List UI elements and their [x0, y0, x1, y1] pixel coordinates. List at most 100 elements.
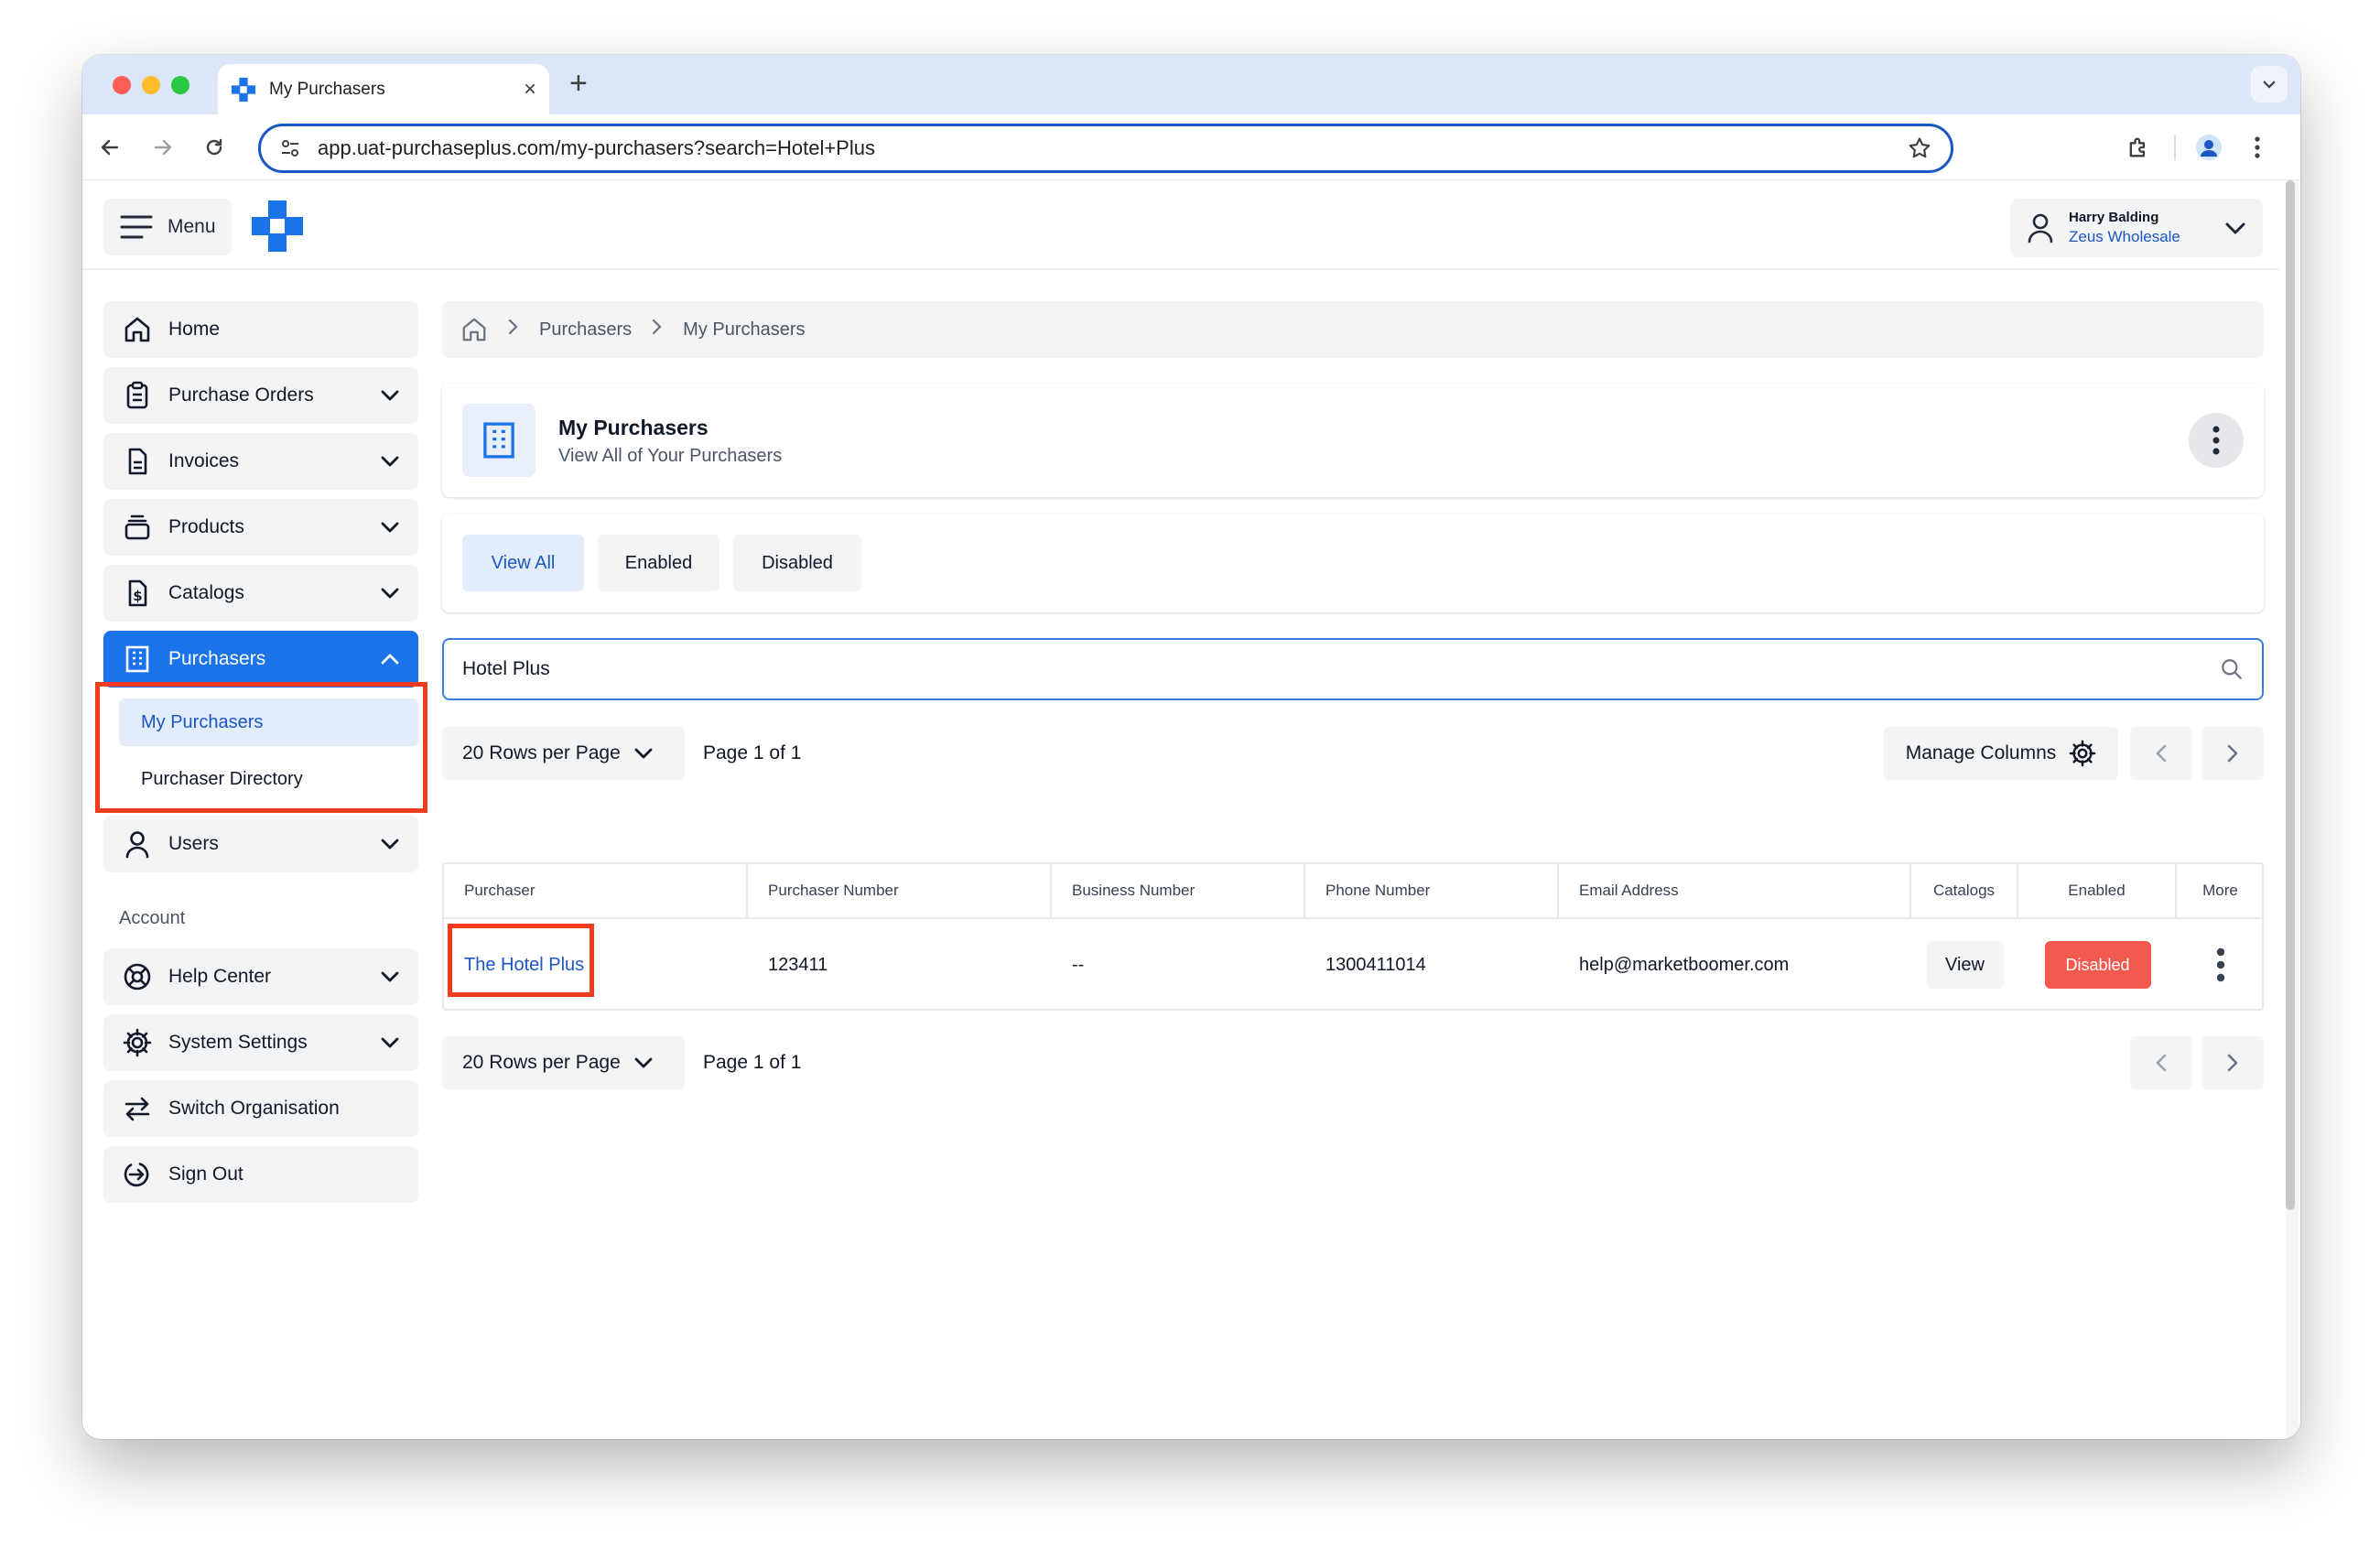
hamburger-icon: [120, 215, 153, 239]
arrow-right-icon: [154, 139, 172, 156]
url-text: app.uat-purchaseplus.com/my-purchasers?s…: [318, 136, 875, 159]
sidebar-item-users[interactable]: Users: [103, 816, 418, 872]
purchaser-link[interactable]: The Hotel Plus: [464, 955, 584, 976]
sidebar-item-purchase-orders[interactable]: Purchase Orders: [103, 367, 418, 424]
table-header: Purchaser Purchaser Number Business Numb…: [444, 864, 2262, 919]
cell-enabled: Disabled: [2018, 919, 2177, 1011]
browser-menu-button[interactable]: [2241, 131, 2274, 164]
search-icon[interactable]: [2220, 657, 2244, 681]
reload-button[interactable]: [198, 131, 231, 164]
page-info-bottom: Page 1 of 1: [703, 1052, 802, 1073]
extensions-button[interactable]: [2122, 131, 2155, 164]
cell-more: [2177, 919, 2264, 1011]
sidebar-item-label: Sign Out: [168, 1164, 243, 1185]
bookmark-star-icon[interactable]: [1907, 135, 1932, 161]
app-header: Menu Harry Balding Zeus Wholesale: [82, 180, 2279, 270]
rows-per-page-select-bottom[interactable]: 20 Rows per Page: [442, 1036, 685, 1089]
sidebar-item-invoices[interactable]: Invoices: [103, 433, 418, 490]
column-header-email-address: Email Address: [1559, 864, 1911, 917]
column-header-more: More: [2202, 882, 2238, 899]
sidebar-item-label: Switch Organisation: [168, 1098, 340, 1119]
sidebar-subitem-purchaser-directory[interactable]: Purchaser Directory: [119, 755, 418, 803]
search-input[interactable]: Hotel Plus: [442, 638, 2264, 700]
browser-tab[interactable]: My Purchasers ×: [218, 64, 549, 114]
menu-button[interactable]: Menu: [103, 199, 232, 255]
profile-button[interactable]: [2192, 131, 2225, 164]
manage-columns-label: Manage Columns: [1905, 742, 2057, 763]
column-header-catalogs: Catalogs: [1911, 864, 2018, 917]
sidebar-item-products[interactable]: Products: [103, 499, 418, 556]
row-actions-kebab-icon[interactable]: [2215, 947, 2226, 983]
back-button[interactable]: [93, 131, 126, 164]
sidebar-subitem-my-purchasers[interactable]: My Purchasers: [119, 698, 418, 746]
account-section-label: Account: [119, 908, 186, 928]
building-icon: [462, 404, 536, 477]
cell-catalogs: View: [1911, 919, 2018, 1011]
previous-page-button-bottom[interactable]: [2130, 1036, 2192, 1089]
chevron-left-icon: [2156, 744, 2167, 763]
app-viewport: Menu Harry Balding Zeus Wholesale Home P…: [82, 180, 2300, 1439]
sidebar-item-switch-organisation[interactable]: Switch Organisation: [103, 1080, 418, 1137]
filter-disabled-button[interactable]: Disabled: [733, 535, 861, 591]
user-info: Harry Balding Zeus Wholesale: [2069, 210, 2224, 246]
profile-avatar-icon: [2196, 135, 2222, 160]
search-input-value: Hotel Plus: [462, 658, 550, 679]
column-header-business-number: Business Number: [1052, 864, 1305, 917]
gear-icon: [122, 1027, 153, 1058]
column-header-enabled: Enabled: [2018, 864, 2177, 917]
filter-enabled-button[interactable]: Enabled: [598, 535, 719, 591]
kebab-menu-icon: [2255, 136, 2260, 158]
menu-label: Menu: [168, 216, 216, 237]
address-bar[interactable]: app.uat-purchaseplus.com/my-purchasers?s…: [258, 124, 1953, 173]
tab-search-button[interactable]: [2251, 66, 2288, 103]
next-page-button[interactable]: [2202, 727, 2264, 780]
close-window-button[interactable]: [113, 76, 131, 94]
chevron-right-icon: [2227, 744, 2238, 763]
rows-per-page-value: 20 Rows per Page: [462, 742, 621, 763]
sidebar-item-sign-out[interactable]: Sign Out: [103, 1146, 418, 1203]
toolbar-divider: [2174, 135, 2176, 160]
sidebar-item-label: Home: [168, 319, 221, 340]
status-badge[interactable]: Disabled: [2044, 941, 2151, 989]
sidebar-item-purchasers[interactable]: Purchasers: [103, 631, 418, 687]
chevron-down-icon: [2263, 81, 2276, 89]
lifebuoy-icon: [122, 961, 153, 992]
page-scrollbar[interactable]: [2286, 180, 2299, 1439]
sidebar-item-label: Help Center: [168, 966, 272, 987]
chevron-down-icon: [2225, 222, 2245, 234]
page-actions-button[interactable]: [2189, 413, 2244, 468]
user-menu-button[interactable]: Harry Balding Zeus Wholesale: [2010, 199, 2263, 257]
page-info: Page 1 of 1: [703, 742, 802, 763]
scrollbar-thumb[interactable]: [2286, 180, 2295, 1210]
next-page-button-bottom[interactable]: [2202, 1036, 2264, 1089]
chevron-right-icon: [652, 319, 663, 341]
view-catalogs-button[interactable]: View: [1926, 941, 2004, 989]
breadcrumb-purchasers[interactable]: Purchasers: [539, 319, 632, 341]
new-tab-icon[interactable]: +: [569, 68, 588, 99]
previous-page-button[interactable]: [2130, 727, 2192, 780]
sidebar-item-home[interactable]: Home: [103, 301, 418, 358]
purchaseplus-logo-icon[interactable]: [250, 199, 305, 254]
sidebar-item-label: Purchase Orders: [168, 384, 314, 406]
sign-out-icon: [122, 1159, 153, 1190]
close-tab-icon[interactable]: ×: [524, 78, 536, 101]
sidebar-item-system-settings[interactable]: System Settings: [103, 1014, 418, 1071]
sidebar-item-catalogs[interactable]: $ Catalogs: [103, 565, 418, 622]
user-icon: [122, 828, 153, 860]
sidebar-item-help-center[interactable]: Help Center: [103, 948, 418, 1005]
tab-title: My Purchasers: [269, 79, 385, 99]
home-icon[interactable]: [460, 316, 488, 343]
column-header-phone-number: Phone Number: [1305, 864, 1559, 917]
page-header-card: My Purchasers View All of Your Purchaser…: [442, 384, 2264, 497]
filter-view-all-button[interactable]: View All: [462, 535, 584, 591]
forward-button[interactable]: [146, 131, 179, 164]
minimize-window-button[interactable]: [142, 76, 160, 94]
chevron-down-icon: [381, 1037, 399, 1048]
manage-columns-button[interactable]: Manage Columns: [1884, 727, 2118, 780]
chevron-down-icon: [381, 588, 399, 599]
browser-window: My Purchasers × + app.uat-purchaseplus.c…: [82, 55, 2300, 1439]
zoom-window-button[interactable]: [171, 76, 189, 94]
rows-per-page-select[interactable]: 20 Rows per Page: [442, 727, 685, 780]
cell-business-number: --: [1072, 954, 1085, 975]
site-settings-icon[interactable]: [279, 137, 301, 159]
